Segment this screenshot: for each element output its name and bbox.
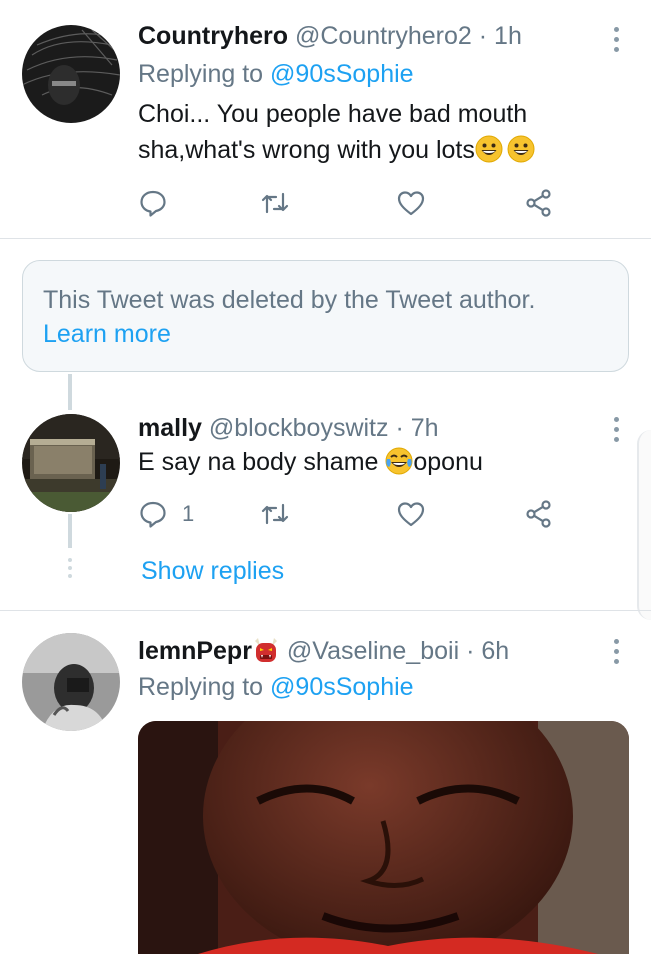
heart-icon [397, 502, 425, 527]
tweet-text-part: E say na body shame [138, 448, 386, 476]
retweet-icon [261, 503, 289, 525]
avatar-lemnpepr[interactable] [22, 633, 120, 731]
reply-icon [140, 501, 166, 528]
tweet-media-image[interactable] [138, 721, 629, 954]
media-photo [138, 721, 629, 954]
deleted-tweet-notice: This Tweet was deleted by the Tweet auth… [22, 260, 629, 372]
avatar-image [22, 414, 120, 512]
separator-dot: · [478, 22, 488, 50]
user-handle[interactable]: @blockboyswitz [209, 414, 389, 442]
replying-prefix: Replying to [138, 673, 271, 701]
like-button[interactable] [396, 187, 426, 219]
like-button[interactable] [396, 498, 426, 530]
separator-dot: · [466, 637, 475, 665]
tweet-text-part-2: oponu [413, 448, 483, 476]
share-button[interactable] [524, 498, 554, 530]
grinning-face-emoji [507, 135, 535, 163]
share-button[interactable] [524, 187, 554, 219]
tweet-text-line-content: sha,what's wrong with you lots [138, 136, 475, 164]
retweet-icon [261, 192, 289, 214]
tweet-divider [0, 238, 651, 239]
side-panel-edge [637, 430, 651, 620]
tweet-text-line: Choi... You people have bad mouth [138, 100, 528, 128]
replying-to: Replying to @90sSophie [138, 58, 414, 90]
display-name[interactable]: mally [138, 414, 202, 442]
heart-icon [397, 191, 425, 216]
display-name[interactable]: Countryhero [138, 22, 288, 50]
more-vertical-icon[interactable] [611, 417, 621, 442]
tweet-header: lemnPepr @Vaseline_boii · 6h [138, 635, 509, 667]
avatar-image [22, 25, 120, 123]
mention-link[interactable]: @90sSophie [270, 60, 414, 88]
avatar-mally[interactable] [22, 414, 120, 512]
user-handle[interactable]: @Vaseline_boii [287, 637, 459, 665]
thread-line [68, 514, 72, 548]
tweet-header: Countryhero @Countryhero2 · 1h [138, 20, 522, 52]
retweet-button[interactable] [260, 498, 290, 530]
tweet-actions: 1 [138, 498, 568, 530]
tweet-text-line-2: sha,what's wrong with you lots [138, 132, 608, 168]
tweet-countryhero[interactable]: Countryhero @Countryhero2 · 1h Replying … [0, 0, 651, 238]
avatar-image [22, 633, 120, 731]
learn-more-link[interactable]: Learn more [43, 317, 608, 351]
thread-line [68, 374, 72, 410]
separator-dot: · [395, 414, 404, 442]
replying-to: Replying to @90sSophie [138, 671, 414, 703]
tweet-actions [138, 187, 568, 219]
deleted-message: This Tweet was deleted by the Tweet auth… [43, 286, 536, 314]
timestamp[interactable]: 6h [481, 637, 509, 665]
tweet-text: E say na body shame oponu [138, 444, 608, 480]
tweet-mally[interactable]: mally @blockboyswitz · 7h E say na body … [0, 410, 651, 610]
share-icon [526, 189, 551, 217]
avatar-countryhero[interactable] [22, 25, 120, 123]
timestamp[interactable]: 7h [411, 414, 439, 442]
more-vertical-icon[interactable] [611, 27, 621, 52]
show-replies-link[interactable]: Show replies [141, 555, 284, 587]
replying-prefix: Replying to [138, 60, 271, 88]
grinning-face-emoji [475, 135, 503, 163]
user-handle[interactable]: @Countryhero2 [295, 22, 472, 50]
reply-icon [140, 190, 166, 217]
reply-button[interactable]: 1 [138, 498, 194, 530]
display-name[interactable]: lemnPepr [138, 637, 252, 665]
crying-laughing-face-emoji [385, 447, 413, 475]
mention-link[interactable]: @90sSophie [270, 673, 414, 701]
retweet-button[interactable] [260, 187, 290, 219]
share-icon [526, 500, 551, 528]
reply-count: 1 [182, 501, 195, 526]
more-vertical-icon[interactable] [611, 639, 621, 664]
tweet-text: Choi... You people have bad mouth sha,wh… [138, 96, 608, 168]
tweet-header: mally @blockboyswitz · 7h [138, 412, 439, 444]
ogre-mask-emoji [252, 636, 280, 664]
timestamp[interactable]: 1h [494, 22, 522, 50]
thread-dots [66, 558, 74, 578]
reply-button[interactable] [138, 187, 168, 219]
